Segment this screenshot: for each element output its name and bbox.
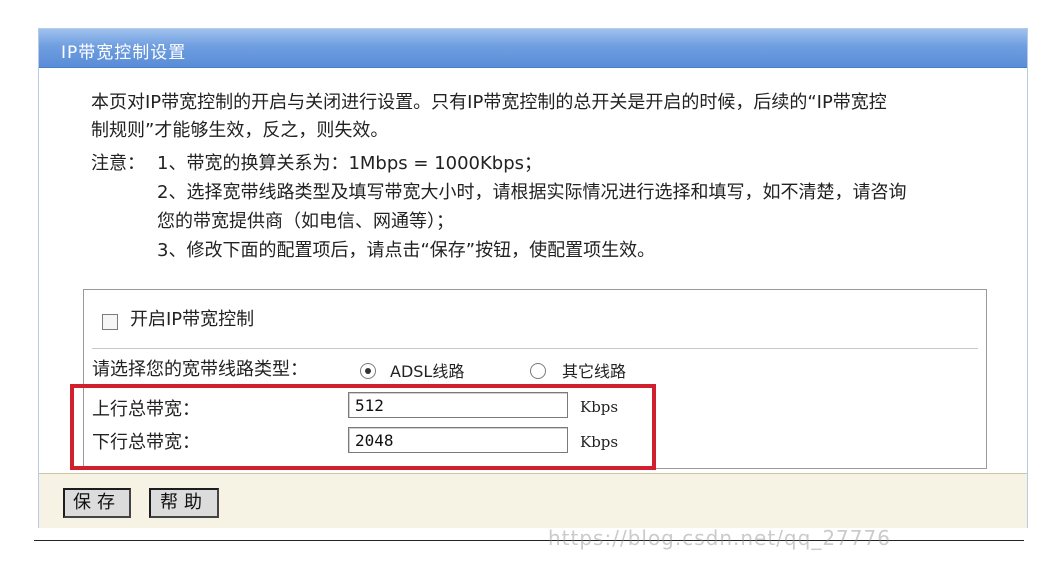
help-button[interactable]: 帮助 [149,488,219,518]
note-item-2-line-1: 2、选择宽带线路类型及填写带宽大小时，请根据实际情况进行选择和填写，如不清楚，请… [157,182,907,203]
notes-label: 注意： [91,153,145,174]
radio-adsl[interactable] [360,363,376,379]
radio-other[interactable] [530,363,546,379]
page: IP带宽控制设置 本页对IP带宽控制的开启与关闭进行设置。只有IP带宽控制的总开… [0,0,1056,572]
action-bar: 保存 帮助 [39,473,1027,528]
enable-bandwidth-control-checkbox[interactable] [102,314,118,330]
description-line-1: 本页对IP带宽控制的开启与关闭进行设置。只有IP带宽控制的总开关是开启的时候，后… [91,92,887,113]
note-item-3: 3、修改下面的配置项后，请点击“保存”按钮，使配置项生效。 [157,240,656,261]
note-item-1: 1、带宽的换算关系为：1Mbps = 1000Kbps； [157,153,543,174]
enable-bandwidth-control-label: 开启IP带宽控制 [130,309,255,330]
description-line-2: 制规则”才能够生效，反之，则失效。 [91,120,389,141]
line-type-label: 请选择您的宽带线路类型： [92,359,308,380]
radio-adsl-label: ADSL线路 [390,362,465,381]
note-item-2-line-2: 您的带宽提供商（如电信、网通等）； [157,211,454,232]
watermark: https://blog.csdn.net/qq_27776 [548,526,891,550]
form-divider [92,348,978,349]
save-button[interactable]: 保存 [63,488,131,518]
description: 本页对IP带宽控制的开启与关闭进行设置。只有IP带宽控制的总开关是开启的时候，后… [91,89,1011,145]
red-highlight-box [70,384,656,470]
radio-other-label: 其它线路 [562,362,627,381]
panel-title: IP带宽控制设置 [61,43,187,63]
panel-header: IP带宽控制设置 [39,29,1027,68]
